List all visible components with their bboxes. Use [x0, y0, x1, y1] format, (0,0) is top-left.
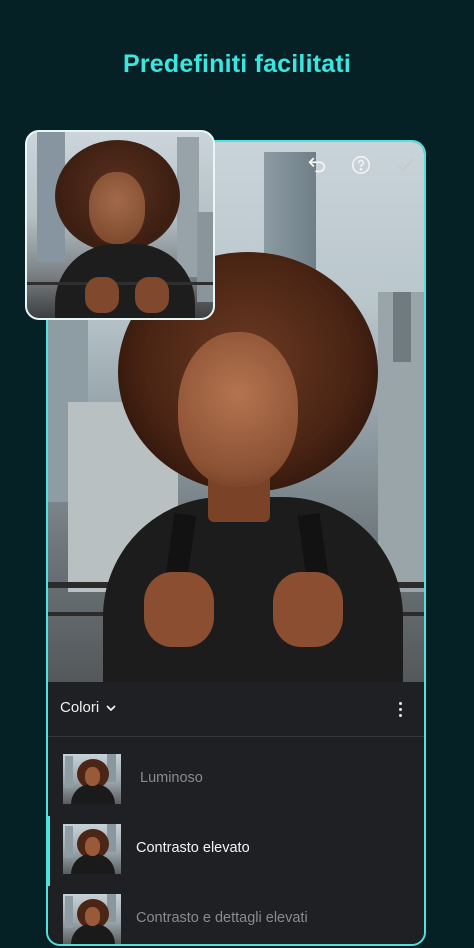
panel-header: Colori — [48, 682, 424, 737]
checkmark-icon[interactable] — [394, 154, 416, 176]
presets-panel: Colori Luminoso Contrasto elevato Contra… — [48, 682, 424, 944]
chevron-down-icon — [106, 705, 116, 711]
preset-thumbnail — [63, 894, 121, 944]
undo-icon[interactable] — [306, 154, 328, 176]
preset-item-contrasto-dettagli-elevati[interactable]: Contrasto e dettagli elevati — [48, 886, 424, 944]
preset-thumbnail — [63, 754, 121, 804]
preset-label: Luminoso — [140, 770, 203, 786]
selection-indicator — [48, 816, 50, 886]
original-photo-inset — [25, 130, 215, 320]
headline: Predefiniti facilitati — [122, 50, 352, 78]
preset-thumbnail — [63, 824, 121, 874]
preset-item-contrasto-elevato[interactable]: Contrasto elevato — [48, 816, 424, 886]
preset-label: Contrasto e dettagli elevati — [136, 910, 308, 926]
preset-label: Contrasto elevato — [136, 840, 250, 856]
help-icon[interactable] — [350, 154, 372, 176]
more-vertical-icon[interactable] — [390, 698, 410, 720]
category-label: Colori — [60, 699, 100, 716]
category-dropdown[interactable]: Colori — [60, 699, 117, 716]
photo-toolbar — [306, 154, 416, 176]
preset-item-luminoso[interactable]: Luminoso — [48, 746, 424, 816]
